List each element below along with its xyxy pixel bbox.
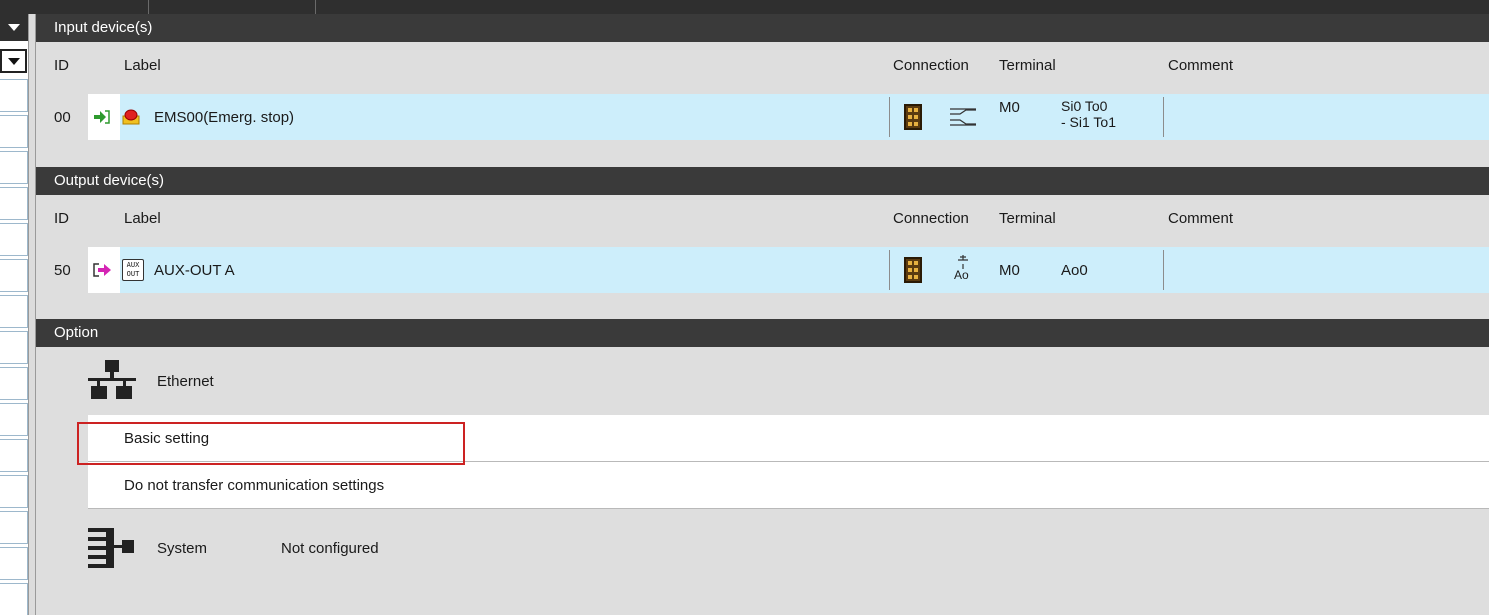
- input-devices-title: Input device(s): [54, 19, 153, 36]
- system-network-icon: [88, 528, 134, 568]
- input-arrow-icon: [94, 110, 110, 124]
- input-device-row[interactable]: EMS00(Emerg. stop) M0 Si0 To0 - Si1 To1: [88, 94, 1489, 140]
- system-status-value: Not configured: [281, 540, 379, 557]
- device-configuration-panel: Input device(s) ID Label Connection Term…: [36, 14, 1489, 615]
- left-list-item[interactable]: [0, 223, 28, 256]
- row-icon-cell: [88, 247, 120, 293]
- left-list-item[interactable]: [0, 295, 28, 328]
- column-header-id: ID: [54, 57, 69, 74]
- left-list-item[interactable]: [0, 439, 28, 472]
- connection-separator: [889, 97, 890, 137]
- toolbar-separator: [148, 0, 149, 14]
- option-title: Option: [54, 324, 99, 341]
- out-icon-text: OUT: [126, 270, 140, 278]
- left-list-item[interactable]: [0, 259, 28, 292]
- column-header-label: Label: [124, 57, 161, 74]
- connection-separator: [889, 250, 890, 290]
- left-list-item[interactable]: [0, 331, 28, 364]
- column-header-terminal: Terminal: [999, 57, 1056, 74]
- panel-splitter[interactable]: [28, 14, 36, 615]
- row-icon-cell: [88, 94, 120, 140]
- column-header-terminal: Terminal: [999, 210, 1056, 227]
- input-devices-header: Input device(s): [36, 14, 1489, 42]
- column-header-comment: Comment: [1168, 57, 1234, 74]
- left-list-item[interactable]: [0, 403, 28, 436]
- left-list-item[interactable]: [0, 79, 28, 112]
- left-list-item[interactable]: [0, 151, 28, 184]
- option-header: Option: [36, 319, 1489, 347]
- output-devices-title: Output device(s): [54, 172, 165, 189]
- column-header-connection: Connection: [893, 57, 969, 74]
- terminal-block-icon: [904, 257, 922, 283]
- input-terminal-line2: - Si1 To1: [1061, 114, 1116, 130]
- output-device-row[interactable]: AUX OUT AUX-OUT A Ao M0 Ao0: [88, 247, 1489, 293]
- contact-symbol-icon: Ao: [954, 255, 972, 285]
- terminal-block-icon: [904, 104, 922, 130]
- left-list-item[interactable]: [0, 367, 28, 400]
- transfer-setting-text[interactable]: Do not transfer communication settings: [124, 462, 384, 509]
- toolbar-separator: [315, 0, 316, 14]
- left-panel-list: [0, 79, 28, 615]
- input-terminal-line1: Si0 To0: [1061, 98, 1108, 114]
- column-header-id: ID: [54, 210, 69, 227]
- top-toolbar-strip: [0, 0, 1489, 14]
- output-device-label[interactable]: AUX-OUT A: [154, 262, 235, 279]
- contact-symbol-text: Ao: [954, 268, 969, 282]
- collapse-arrow-icon[interactable]: [8, 24, 20, 31]
- input-row-id: 00: [54, 109, 71, 126]
- left-list-item[interactable]: [0, 115, 28, 148]
- left-list-item[interactable]: [0, 583, 28, 615]
- terminal-separator: [1163, 97, 1164, 137]
- ethernet-network-icon: [88, 360, 136, 399]
- terminal-separator: [1163, 250, 1164, 290]
- chevron-down-icon: [8, 58, 20, 65]
- highlight-annotation: [77, 422, 465, 465]
- output-arrow-icon: [93, 263, 111, 277]
- ethernet-label[interactable]: Ethernet: [157, 373, 214, 390]
- dual-channel-icon: [950, 108, 976, 126]
- output-row-id: 50: [54, 262, 71, 279]
- aux-icon-text: AUX: [126, 261, 140, 269]
- column-header-label: Label: [124, 210, 161, 227]
- transfer-setting-row[interactable]: Do not transfer communication settings: [88, 462, 1489, 509]
- output-terminal-point: Ao0: [1061, 262, 1088, 279]
- left-list-item[interactable]: [0, 475, 28, 508]
- aux-out-icon: AUX OUT: [122, 259, 144, 281]
- left-panel-dropdown[interactable]: [0, 49, 27, 73]
- left-list-item[interactable]: [0, 187, 28, 220]
- output-terminal-module: M0: [999, 262, 1020, 279]
- output-devices-header: Output device(s): [36, 167, 1489, 195]
- input-device-label[interactable]: EMS00(Emerg. stop): [154, 109, 294, 126]
- emergency-stop-icon: [122, 109, 140, 125]
- column-header-comment: Comment: [1168, 210, 1234, 227]
- column-header-connection: Connection: [893, 210, 969, 227]
- system-label[interactable]: System: [157, 540, 207, 557]
- input-terminal-module: M0: [999, 99, 1020, 116]
- left-list-item[interactable]: [0, 547, 28, 580]
- left-list-item[interactable]: [0, 511, 28, 544]
